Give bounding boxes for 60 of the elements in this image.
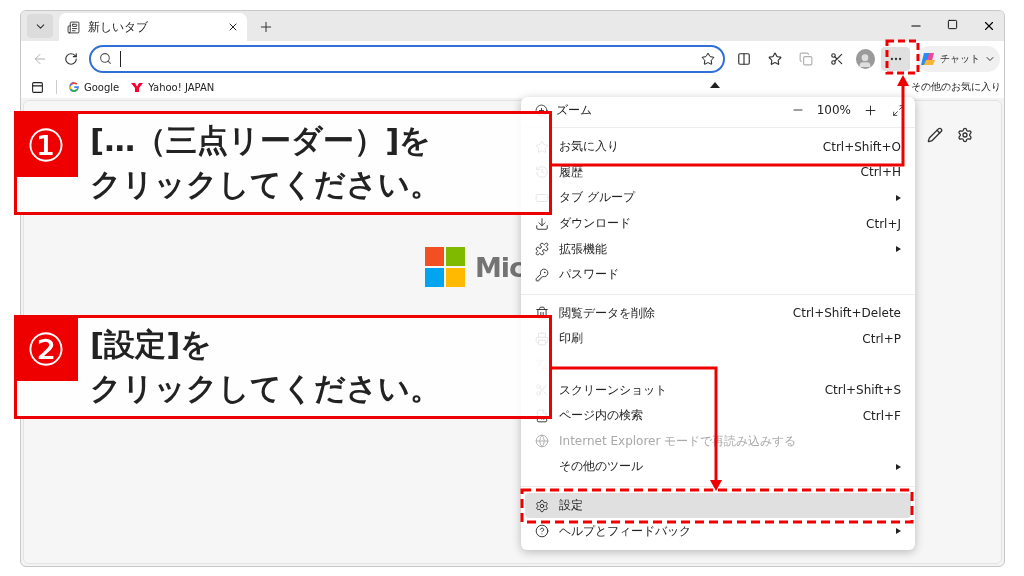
yahoo-icon	[131, 82, 144, 92]
bookmark-link[interactable]: Google	[69, 81, 120, 93]
zoom-value: 100%	[816, 103, 851, 117]
menu-item[interactable]: 設定	[525, 492, 911, 519]
text-cursor	[120, 50, 122, 67]
submenu-arrow-icon	[896, 195, 901, 201]
puzzle-icon	[535, 242, 549, 257]
pencil-icon[interactable]	[927, 127, 943, 143]
globe-icon	[535, 434, 549, 449]
star-icon	[767, 51, 782, 66]
highlight-frame	[885, 39, 920, 75]
shortcut-text: Ctrl+P	[862, 331, 901, 346]
callout-text: [設定]を クリックしてください。	[89, 325, 441, 408]
tab-list-button[interactable]	[27, 14, 53, 38]
step-number: ②	[14, 317, 78, 381]
more-button[interactable]	[881, 46, 910, 71]
shortcut-text: Ctrl+J	[866, 216, 901, 231]
search-icon	[99, 52, 113, 65]
maximize-icon[interactable]	[947, 19, 958, 30]
submenu-arrow-icon	[896, 528, 901, 535]
menu-pointer-icon	[710, 82, 720, 88]
chat-button[interactable]: チャット	[916, 45, 1000, 72]
shortcut-text: Ctrl+Shift+Delete	[792, 306, 901, 321]
menu-item[interactable]: ダウンロード Ctrl+J	[521, 210, 915, 237]
close-icon[interactable]	[227, 21, 239, 33]
submenu-arrow-icon	[896, 246, 901, 253]
split-screen-icon	[736, 51, 751, 66]
scissors-icon	[830, 51, 845, 66]
tab-actions-icon[interactable]	[31, 80, 44, 94]
plus-icon	[258, 19, 274, 35]
copy-icon	[799, 51, 814, 66]
close-icon[interactable]	[982, 19, 996, 33]
key-icon	[535, 267, 549, 282]
menu-item[interactable]: その他のツール	[521, 454, 915, 480]
reload-icon	[63, 51, 78, 66]
zoom-in-icon[interactable]	[863, 102, 878, 118]
callout-text: […（三点リーダー）]を クリックしてください。	[89, 121, 441, 204]
bookmark-link[interactable]: Yahoo! JAPAN	[131, 81, 215, 93]
profile-avatar[interactable]	[855, 48, 876, 69]
microsoft-logo	[425, 247, 465, 287]
download-icon	[535, 216, 549, 231]
menu-label: ズーム	[556, 101, 593, 119]
google-icon	[69, 82, 79, 92]
submenu-arrow-icon	[896, 463, 901, 470]
shortcut-text: Ctrl+Shift+S	[824, 383, 901, 398]
copilot-icon	[920, 50, 936, 67]
address-field[interactable]	[89, 44, 726, 73]
shortcut-text: Ctrl+F	[862, 408, 901, 423]
settings-icon	[535, 498, 549, 513]
help-icon	[535, 524, 549, 539]
fullscreen-icon[interactable]	[892, 103, 905, 117]
page-icon	[67, 20, 80, 34]
shortcut-text: Ctrl+H	[860, 165, 901, 180]
browser-tab[interactable]: 新しいタブ	[59, 13, 247, 41]
step-number: ①	[14, 113, 78, 177]
settings-icon[interactable]	[957, 127, 973, 143]
menu-item[interactable]: ヘルプとフィードバック	[521, 518, 915, 544]
bookmark-folder[interactable]: その他のお気に入り	[911, 80, 1001, 94]
star-icon[interactable]	[701, 51, 716, 66]
shortcut-text: Ctrl+Shift+O	[822, 139, 901, 154]
